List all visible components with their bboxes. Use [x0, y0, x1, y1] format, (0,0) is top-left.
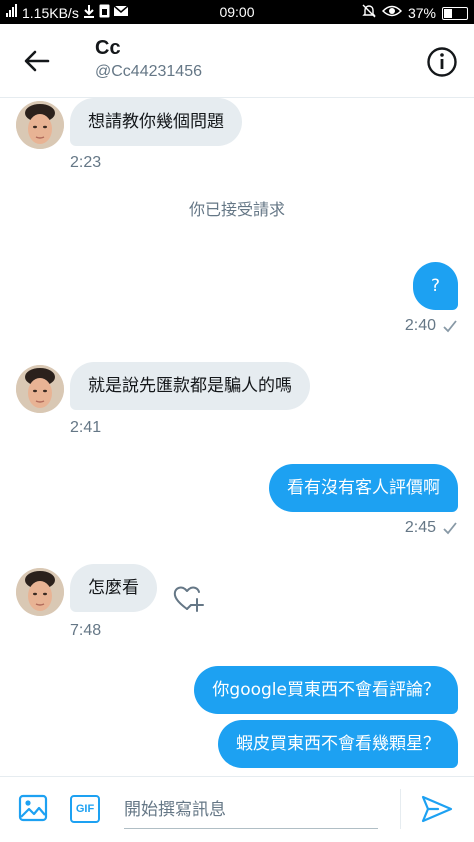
- send-icon: [421, 795, 453, 823]
- avatar[interactable]: [16, 568, 64, 616]
- back-arrow-icon: [24, 50, 50, 72]
- message-time: 2:45: [404, 519, 436, 536]
- battery-level-fill: [444, 8, 452, 18]
- add-media-button[interactable]: [18, 793, 48, 823]
- check-icon: [443, 320, 457, 333]
- like-message-button[interactable]: [172, 583, 206, 615]
- info-button[interactable]: [426, 46, 458, 78]
- incoming-message[interactable]: 怎麼看: [70, 564, 157, 612]
- back-button[interactable]: [20, 46, 54, 76]
- info-icon: [427, 47, 457, 77]
- avatar[interactable]: [16, 101, 64, 149]
- message-composer: GIF: [0, 776, 474, 842]
- avatar[interactable]: [16, 365, 64, 413]
- contact-name: Cc: [95, 37, 121, 59]
- message-input[interactable]: [124, 791, 378, 829]
- eye-icon: [381, 5, 403, 21]
- check-icon: [443, 522, 457, 535]
- gif-button[interactable]: GIF: [70, 795, 100, 823]
- outgoing-message[interactable]: 看有沒有客人評價啊: [269, 464, 458, 512]
- outgoing-message[interactable]: ?: [412, 262, 458, 310]
- status-bar-right: 37%: [362, 4, 468, 22]
- image-icon: [18, 794, 48, 822]
- status-bar: 1.15KB/s 09:00 37%: [0, 0, 474, 24]
- contact-handle: @Cc44231456: [95, 63, 202, 80]
- heart-add-icon: [173, 586, 204, 612]
- mute-bell-icon: [362, 4, 376, 22]
- message-status: 2:45: [405, 519, 458, 537]
- avatar-photo: [16, 365, 64, 413]
- outgoing-message[interactable]: 蝦皮買東西不會看幾顆星？: [218, 720, 458, 768]
- avatar-photo: [16, 568, 64, 616]
- message-time: 2:40: [404, 317, 436, 334]
- composer-divider: [400, 789, 401, 829]
- send-button[interactable]: [420, 793, 454, 825]
- battery-icon: [442, 6, 468, 20]
- outgoing-message[interactable]: 你google買東西不會看評論？: [194, 666, 458, 714]
- message-time: 2:23: [70, 154, 102, 171]
- message-status: 2:40: [405, 317, 458, 335]
- message-time: 7:48: [70, 622, 102, 639]
- avatar-photo: [16, 101, 64, 149]
- message-thread: 想請教你幾個問題 2:23 你已接受請求 ? 2:40 就是說先匯款都是騙人的嗎…: [0, 98, 474, 776]
- conversation-header: Cc @Cc44231456: [0, 24, 474, 98]
- request-accepted-notice: 你已接受請求: [188, 200, 285, 219]
- incoming-message[interactable]: 想請教你幾個問題: [70, 98, 242, 146]
- battery-percent: 37%: [407, 5, 436, 21]
- message-time: 2:41: [70, 419, 102, 436]
- incoming-message[interactable]: 就是說先匯款都是騙人的嗎: [70, 362, 310, 410]
